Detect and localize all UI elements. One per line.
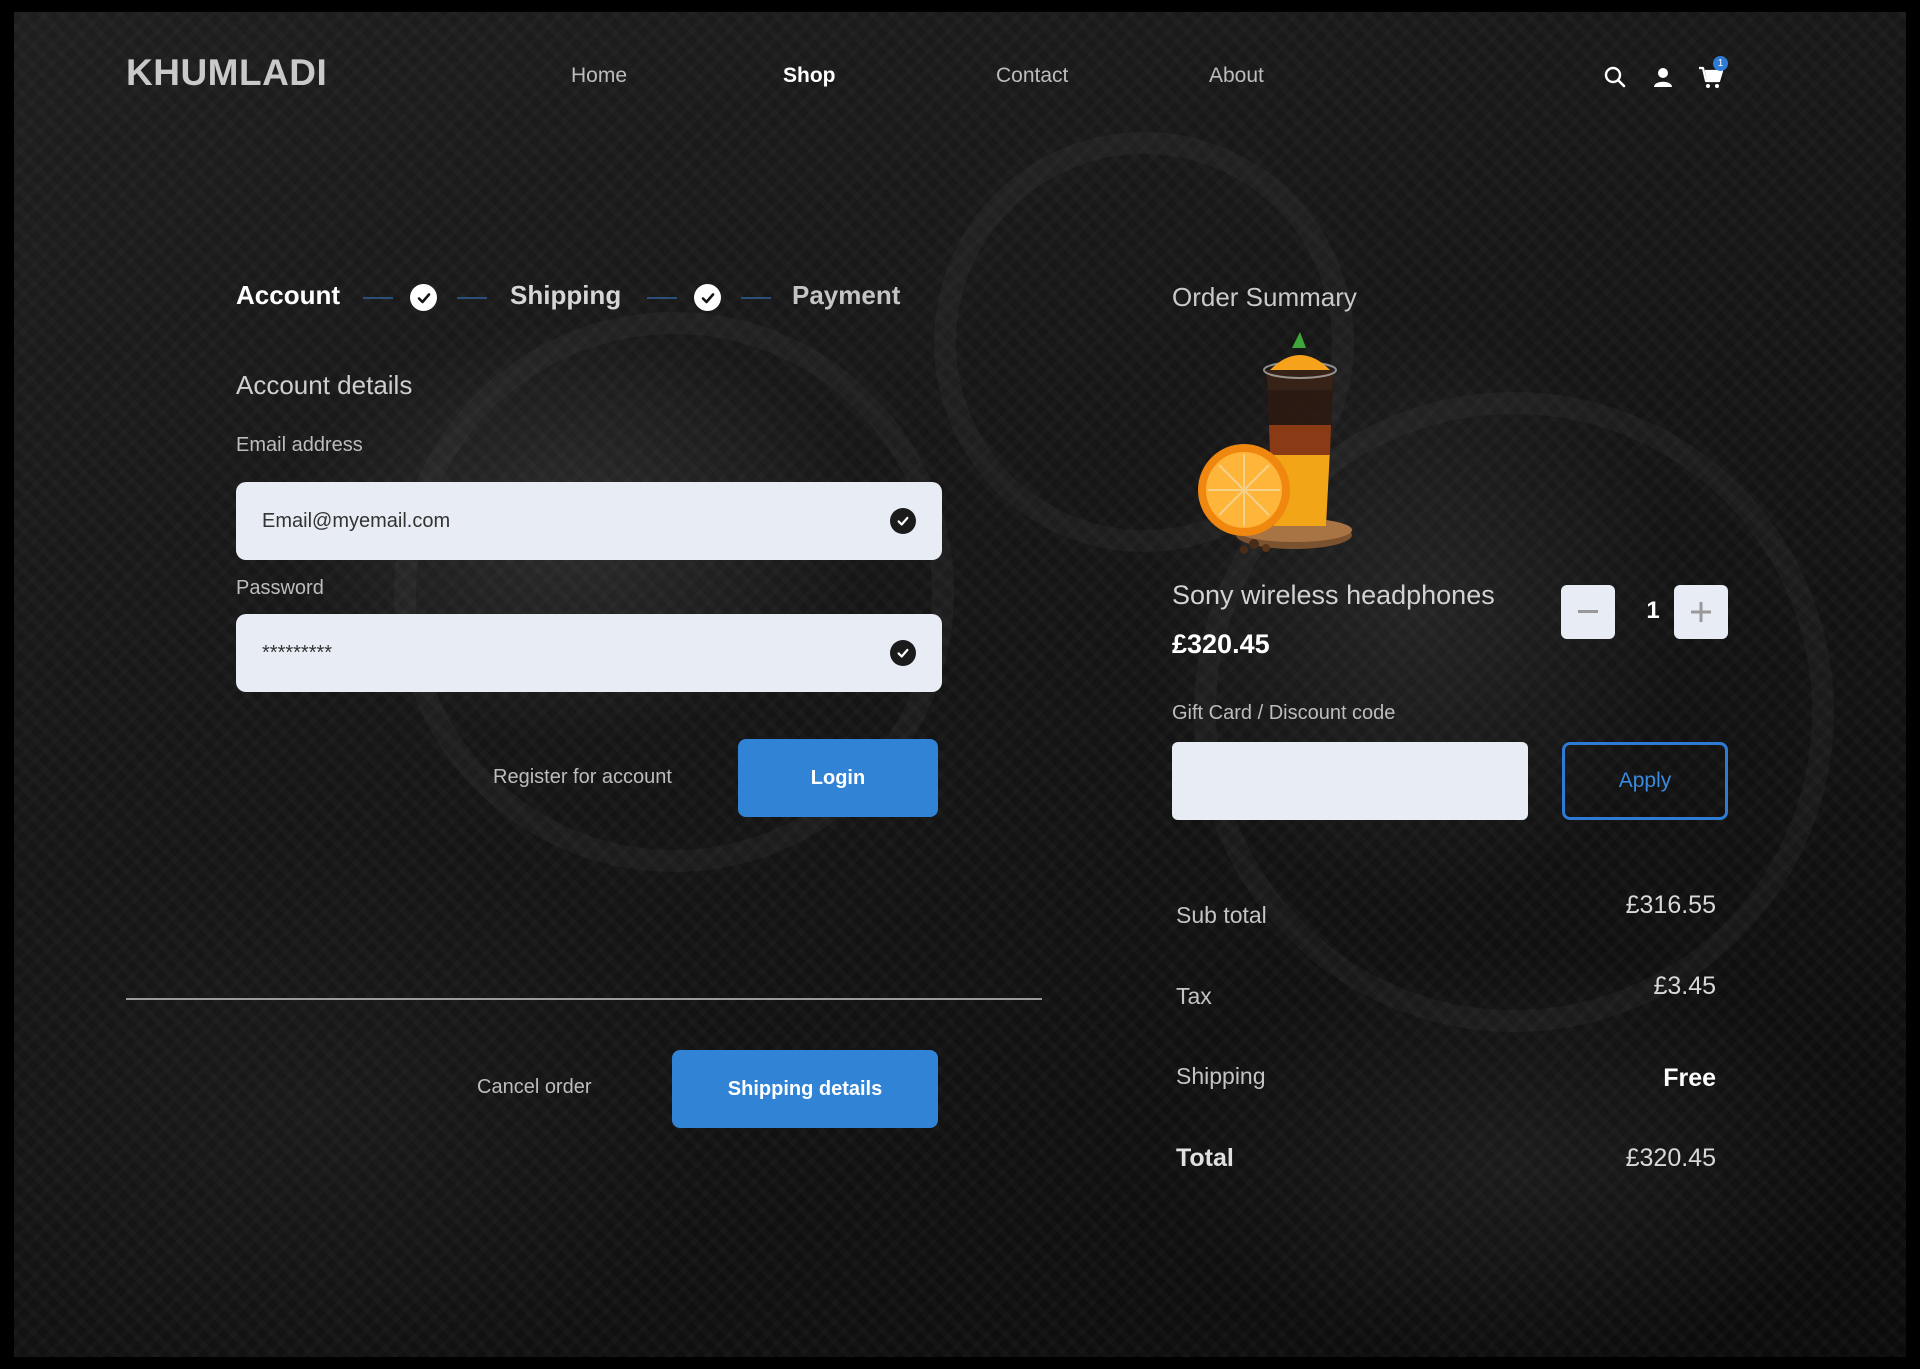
quantity-value: 1 — [1646, 597, 1660, 624]
shipping-value: Free — [1663, 1064, 1716, 1092]
subtotal-value: £316.55 — [1625, 891, 1716, 919]
step-connector — [363, 297, 393, 299]
nav-contact[interactable]: Contact — [996, 64, 1068, 88]
password-field[interactable] — [262, 641, 822, 665]
checkout-page: KHUMLADI Home Shop Contact About 1 Accou… — [14, 12, 1906, 1357]
email-field[interactable] — [262, 509, 822, 533]
step-payment[interactable]: Payment — [792, 280, 900, 311]
check-icon — [890, 508, 916, 534]
step-check-icon — [410, 284, 437, 311]
quantity-decrease-button[interactable] — [1561, 585, 1615, 639]
product-price: £320.45 — [1172, 629, 1270, 659]
login-button[interactable]: Login — [738, 739, 938, 817]
subtotal-label: Sub total — [1176, 902, 1267, 928]
step-account[interactable]: Account — [236, 280, 340, 311]
cart-icon[interactable]: 1 — [1696, 56, 1728, 92]
order-summary-title: Order Summary — [1172, 282, 1357, 312]
register-link[interactable]: Register for account — [493, 766, 672, 789]
product-image — [1198, 332, 1352, 554]
section-divider — [126, 998, 1042, 1000]
cancel-order-link[interactable]: Cancel order — [477, 1076, 592, 1099]
total-label: Total — [1176, 1144, 1234, 1172]
password-field-wrapper — [236, 614, 942, 692]
nav-about[interactable]: About — [1209, 64, 1264, 88]
step-shipping[interactable]: Shipping — [510, 280, 621, 311]
user-icon[interactable] — [1648, 62, 1678, 92]
shipping-details-button[interactable]: Shipping details — [672, 1050, 938, 1128]
plus-icon — [1691, 602, 1711, 622]
discount-code-label: Gift Card / Discount code — [1172, 702, 1396, 724]
tax-value: £3.45 — [1653, 972, 1716, 1000]
cart-count-badge: 1 — [1713, 56, 1728, 71]
account-details-title: Account details — [236, 370, 413, 400]
quantity-increase-button[interactable] — [1674, 585, 1728, 639]
search-icon[interactable] — [1600, 62, 1630, 92]
discount-code-input[interactable] — [1172, 742, 1528, 820]
nav-home[interactable]: Home — [571, 64, 627, 88]
check-icon — [890, 640, 916, 666]
step-connector — [647, 297, 677, 299]
brand-logo[interactable]: KHUMLADI — [126, 52, 327, 94]
step-connector — [457, 297, 487, 299]
product-name: Sony wireless headphones — [1172, 580, 1495, 610]
step-check-icon — [694, 284, 721, 311]
password-label: Password — [236, 577, 324, 599]
shipping-label: Shipping — [1176, 1063, 1266, 1089]
email-field-wrapper — [236, 482, 942, 560]
nav-shop[interactable]: Shop — [783, 64, 836, 88]
email-label: Email address — [236, 434, 363, 456]
apply-discount-button[interactable]: Apply — [1562, 742, 1728, 820]
total-value: £320.45 — [1625, 1144, 1716, 1172]
minus-icon — [1578, 610, 1598, 613]
step-connector — [741, 297, 771, 299]
tax-label: Tax — [1176, 983, 1212, 1009]
